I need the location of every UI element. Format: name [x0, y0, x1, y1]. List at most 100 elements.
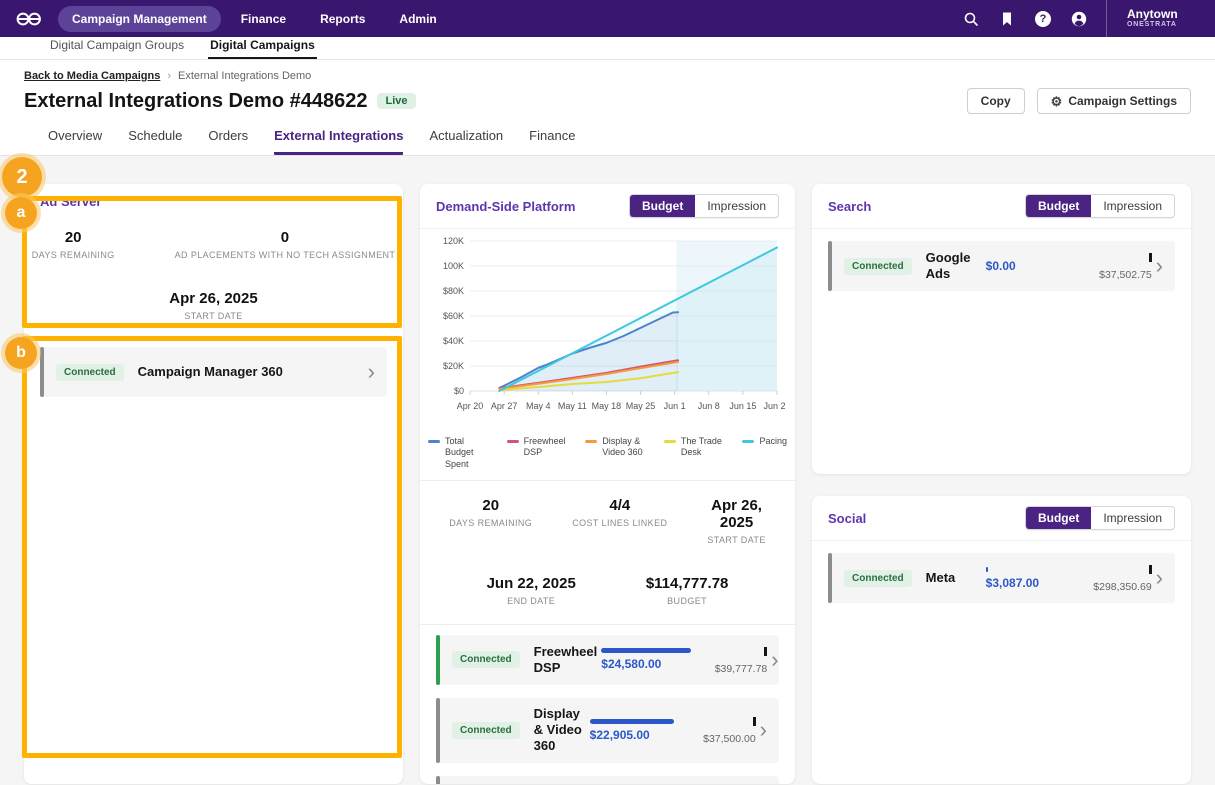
subnav-item-digital-campaigns[interactable]: Digital Campaigns: [208, 35, 317, 59]
search-budget-impression-toggle: Budget Impression: [1025, 194, 1175, 218]
campaign-settings-button[interactable]: ⚙ Campaign Settings: [1037, 88, 1191, 114]
connected-status-badge: Connected: [452, 722, 520, 739]
stat: Jun 22, 2025END DATE: [467, 575, 596, 606]
impression-toggle-button[interactable]: Impression: [1091, 195, 1174, 217]
stat: 0 AD PLACEMENTS WITH NO TECH ASSIGNMENT: [155, 229, 403, 260]
integration-row[interactable]: ConnectedMeta$3,087.00$298,350.69›: [828, 553, 1175, 603]
budget-toggle-button[interactable]: Budget: [1026, 195, 1091, 217]
right-column: Search Budget Impression ConnectedGoogle…: [812, 184, 1191, 784]
tab-external-integrations[interactable]: External Integrations: [274, 128, 403, 155]
breadcrumb-back-link[interactable]: Back to Media Campaigns: [24, 70, 160, 82]
legend-swatch: [742, 440, 754, 443]
svg-text:Jun 15: Jun 15: [729, 401, 756, 411]
stat-label: START DATE: [169, 311, 257, 321]
secondary-nav: Digital Campaign Groups Digital Campaigns: [0, 37, 1215, 60]
ad-server-stats: 20DAYS REMAINING 0 AD PLACEMENTS WITH NO T…: [24, 219, 403, 325]
dsp-stats: 20DAYS REMAINING4/4COST LINES LINKEDApr …: [420, 487, 795, 610]
page-header: Back to Media Campaigns › External Integ…: [0, 60, 1215, 156]
campaign-tabs: Overview Schedule Orders External Integrati…: [24, 128, 1191, 155]
legend-label: The Trade Desk: [681, 436, 727, 459]
platform-name: Display & Video 360: [534, 706, 586, 755]
page-title: External Integrations Demo #448622: [24, 90, 367, 113]
nav-item-finance[interactable]: Finance: [227, 6, 300, 32]
subnav-item-digital-campaign-groups[interactable]: Digital Campaign Groups: [48, 35, 186, 59]
integration-row[interactable]: ConnectedThe Trade Desk$15,108.00$37,500…: [436, 776, 779, 785]
chevron-right-icon: ›: [1152, 255, 1167, 277]
breadcrumb-current: External Integrations Demo: [178, 70, 311, 82]
spent-column: $0.00: [986, 259, 1064, 273]
svg-text:May 4: May 4: [526, 401, 551, 411]
spent-column: $24,580.00: [601, 648, 693, 671]
legend-item: Total Budget Spent: [428, 436, 491, 470]
connected-status-badge: Connected: [452, 651, 520, 668]
impression-toggle-button[interactable]: Impression: [1091, 507, 1174, 529]
pacing-chart: 120K100K$80K$60K$40K$20K$0Apr 20Apr 27Ma…: [420, 229, 795, 434]
integration-row[interactable]: ConnectedGoogle Ads$0.00$37,502.75›: [828, 241, 1175, 291]
account-switcher[interactable]: Anytown ONESTRATA: [1121, 8, 1201, 30]
campaign-settings-label: Campaign Settings: [1068, 94, 1177, 108]
search-rows: ConnectedGoogle Ads$0.00$37,502.75›: [812, 237, 1191, 308]
progress-bar: [590, 719, 674, 724]
integration-row[interactable]: ConnectedCampaign Manager 360›: [40, 347, 387, 397]
pacing-chart-svg: 120K100K$80K$60K$40K$20K$0Apr 20Apr 27Ma…: [430, 233, 785, 429]
dsp-title: Demand-Side Platform: [436, 199, 575, 214]
platform-name: Freewheel DSP: [534, 644, 598, 677]
stat-label: DAYS REMAINING: [32, 250, 115, 260]
legend-item: The Trade Desk: [664, 436, 727, 459]
tab-overview[interactable]: Overview: [48, 128, 102, 155]
stat: 20DAYS REMAINING: [24, 229, 155, 260]
legend-label: Display & Video 360: [602, 436, 648, 459]
spent-amount: $22,905.00: [590, 728, 682, 742]
platform-name: Google Ads: [926, 250, 982, 283]
nav-item-admin[interactable]: Admin: [385, 6, 450, 32]
spent-amount: $0.00: [986, 259, 1064, 273]
chevron-right-icon: ›: [767, 649, 782, 671]
help-icon[interactable]: ?: [1030, 6, 1056, 32]
row-accent-bar: [40, 347, 44, 397]
search-icon[interactable]: [958, 6, 984, 32]
legend-label: Freewheel DSP: [524, 436, 570, 459]
tab-actualization[interactable]: Actualization: [429, 128, 503, 155]
social-rows: ConnectedMeta$3,087.00$298,350.69›: [812, 549, 1191, 620]
breadcrumb: Back to Media Campaigns › External Integ…: [24, 70, 1191, 82]
nav-item-campaign-management[interactable]: Campaign Management: [58, 6, 221, 32]
svg-text:$20K: $20K: [443, 361, 464, 371]
legend-swatch: [507, 440, 519, 443]
status-badge: Live: [377, 93, 415, 109]
tab-finance[interactable]: Finance: [529, 128, 575, 155]
legend-item: Display & Video 360: [585, 436, 648, 459]
stat-value: 4/4: [572, 497, 667, 514]
integration-row[interactable]: Connected Freewheel DSP$24,580.00 $39,777.…: [436, 635, 779, 685]
platform-name: Campaign Manager 360: [138, 364, 364, 380]
stat-label: COST LINES LINKED: [572, 518, 667, 528]
svg-text:Jun 22: Jun 22: [763, 401, 785, 411]
spent-column: $3,087.00: [986, 567, 1064, 590]
legend-item: Freewheel DSP: [507, 436, 570, 459]
target-column: $39,777.78: [701, 645, 767, 675]
row-accent-bar: [436, 698, 440, 763]
dsp-panel: Demand-Side Platform Budget Impression 1…: [420, 184, 795, 784]
stat-value: 0: [175, 229, 396, 246]
nav-divider: [1106, 0, 1107, 37]
stat-value: 20: [449, 497, 532, 514]
connected-status-badge: Connected: [844, 570, 912, 587]
dsp-rows: Connected Freewheel DSP$24,580.00 $39,777.…: [420, 631, 795, 784]
impression-toggle-button[interactable]: Impression: [695, 195, 778, 217]
stat-label: AD PLACEMENTS WITH NO TECH ASSIGNMENT: [175, 250, 396, 260]
brand-logo[interactable]: [14, 11, 48, 27]
budget-toggle-button[interactable]: Budget: [1026, 507, 1091, 529]
tab-orders[interactable]: Orders: [208, 128, 248, 155]
progress-bar: [986, 567, 988, 572]
budget-toggle-button[interactable]: Budget: [630, 195, 695, 217]
copy-button[interactable]: Copy: [967, 88, 1025, 114]
integration-row[interactable]: ConnectedDisplay & Video 360$22,905.00$3…: [436, 698, 779, 763]
bookmark-icon[interactable]: [994, 6, 1020, 32]
connected-status-badge: Connected: [56, 364, 124, 381]
divider: [420, 624, 795, 625]
svg-text:100K: 100K: [443, 261, 464, 271]
profile-icon[interactable]: [1066, 6, 1092, 32]
svg-text:May 18: May 18: [592, 401, 622, 411]
tab-schedule[interactable]: Schedule: [128, 128, 182, 155]
brand-logo-icon: [14, 11, 44, 27]
nav-item-reports[interactable]: Reports: [306, 6, 379, 32]
